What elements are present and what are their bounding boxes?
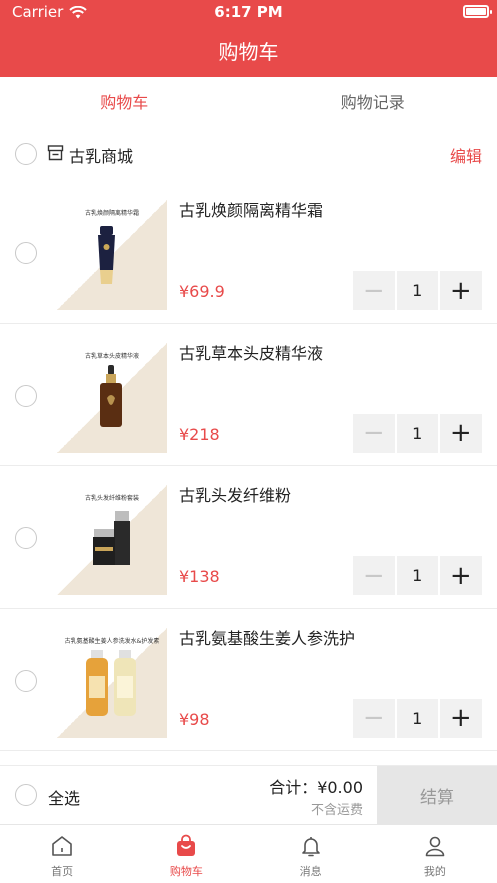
increase-button[interactable]: + (440, 413, 482, 453)
cart-item: 古乳草本头皮精华液 古乳草本头皮精华液 ¥218 − 1 + (0, 324, 497, 466)
shop-icon (47, 145, 64, 161)
fiber-powder-image (93, 511, 130, 565)
store-row: 古乳商城 编辑 (0, 132, 497, 176)
item-select-radio[interactable] (15, 384, 37, 407)
product-title[interactable]: 古乳焕颜隔离精华霜 (179, 197, 323, 221)
cart-item: 古乳氨基酸生姜人参洗发水&护发素 古乳氨基酸生姜人参洗护 ¥98 − 1 + (0, 609, 497, 751)
select-all-radio[interactable] (15, 784, 37, 806)
total-amount: 合计：¥0.00 (269, 778, 363, 797)
increase-button[interactable]: + (440, 698, 482, 738)
quantity-value[interactable]: 1 (396, 271, 438, 310)
store-name: 古乳商城 (69, 147, 134, 166)
checkout-bar: 全选 合计：¥0.00 不含运费 结算 (0, 765, 497, 825)
person-icon (425, 836, 445, 857)
shipping-note: 不含运费 (310, 803, 363, 818)
quantity-stepper: − 1 + (353, 556, 482, 595)
tab-home-label: 首页 (51, 865, 74, 878)
increase-button[interactable]: + (440, 556, 482, 595)
item-select-radio[interactable] (15, 527, 37, 549)
product-title[interactable]: 古乳草本头皮精华液 (179, 340, 323, 364)
product-title[interactable]: 古乳氨基酸生姜人参洗护 (179, 625, 355, 649)
checkout-button[interactable]: 结算 (377, 766, 497, 825)
quantity-stepper: − 1 + (353, 413, 482, 453)
tab-cart-label: 购物车 (169, 865, 203, 878)
top-bar: Carrier 6:17 PM 购物车 (0, 0, 497, 77)
product-image[interactable]: 古乳草本头皮精华液 (57, 342, 167, 453)
battery-icon (463, 5, 492, 18)
status-time: 6:17 PM (214, 3, 283, 21)
tab-messages[interactable]: 消息 (249, 825, 373, 883)
increase-button[interactable]: + (440, 271, 482, 310)
quantity-value[interactable]: 1 (396, 556, 438, 595)
tab-purchase-history[interactable]: 购物记录 (249, 77, 497, 129)
quantity-stepper: − 1 + (353, 271, 482, 310)
segment-tabs: 购物车 购物记录 (0, 77, 497, 129)
product-price: ¥218 (179, 424, 220, 444)
tab-cart[interactable]: 购物车 (0, 77, 249, 129)
product-image[interactable]: 古乳氨基酸生姜人参洗发水&护发素 (57, 627, 167, 738)
product-image[interactable]: 古乳焕颜隔离精华霜 (57, 200, 167, 310)
quantity-value[interactable]: 1 (396, 413, 438, 453)
decrease-button[interactable]: − (353, 556, 395, 595)
product-title[interactable]: 古乳头发纤维粉 (179, 482, 291, 506)
tab-shopping-cart[interactable]: 购物车 (124, 825, 248, 883)
cart-item-list: 古乳焕颜隔离精华霜 古乳焕颜隔离精华霜 ¥69.9 − 1 + 古乳草本头皮精华… (0, 181, 497, 751)
tab-home[interactable]: 首页 (0, 825, 124, 883)
decrease-button[interactable]: − (353, 698, 395, 738)
product-image[interactable]: 古乳头发纤维粉套装 (57, 485, 167, 595)
item-select-radio[interactable] (15, 242, 37, 264)
decrease-button[interactable]: − (353, 413, 395, 453)
home-icon (52, 836, 72, 856)
store-select-radio[interactable] (15, 143, 37, 165)
tab-profile-label: 我的 (423, 865, 446, 878)
item-select-radio[interactable] (15, 669, 37, 692)
product-price: ¥98 (179, 709, 210, 729)
cart-item: 古乳头发纤维粉套装 古乳头发纤维粉 ¥138 − 1 + (0, 466, 497, 609)
select-all-label[interactable]: 全选 (48, 785, 80, 809)
status-bar: Carrier 6:17 PM (0, 0, 497, 24)
shampoo-bottles-image (86, 649, 136, 716)
edit-button[interactable]: 编辑 (450, 143, 482, 167)
quantity-stepper: − 1 + (353, 698, 482, 738)
bottom-tab-bar: 首页 购物车 消息 我的 (0, 824, 497, 883)
decrease-button[interactable]: − (353, 271, 395, 310)
cream-tube-image (98, 226, 115, 284)
bell-icon (301, 837, 320, 857)
cart-bag-icon (177, 834, 196, 856)
tab-messages-label: 消息 (299, 865, 322, 878)
tab-profile[interactable]: 我的 (373, 825, 497, 883)
quantity-value[interactable]: 1 (396, 698, 438, 738)
product-price: ¥69.9 (179, 282, 225, 301)
cart-item: 古乳焕颜隔离精华霜 古乳焕颜隔离精华霜 ¥69.9 − 1 + (0, 181, 497, 324)
page-title: 购物车 (218, 40, 279, 64)
product-price: ¥138 (179, 567, 220, 586)
serum-bottle-image (100, 364, 122, 427)
